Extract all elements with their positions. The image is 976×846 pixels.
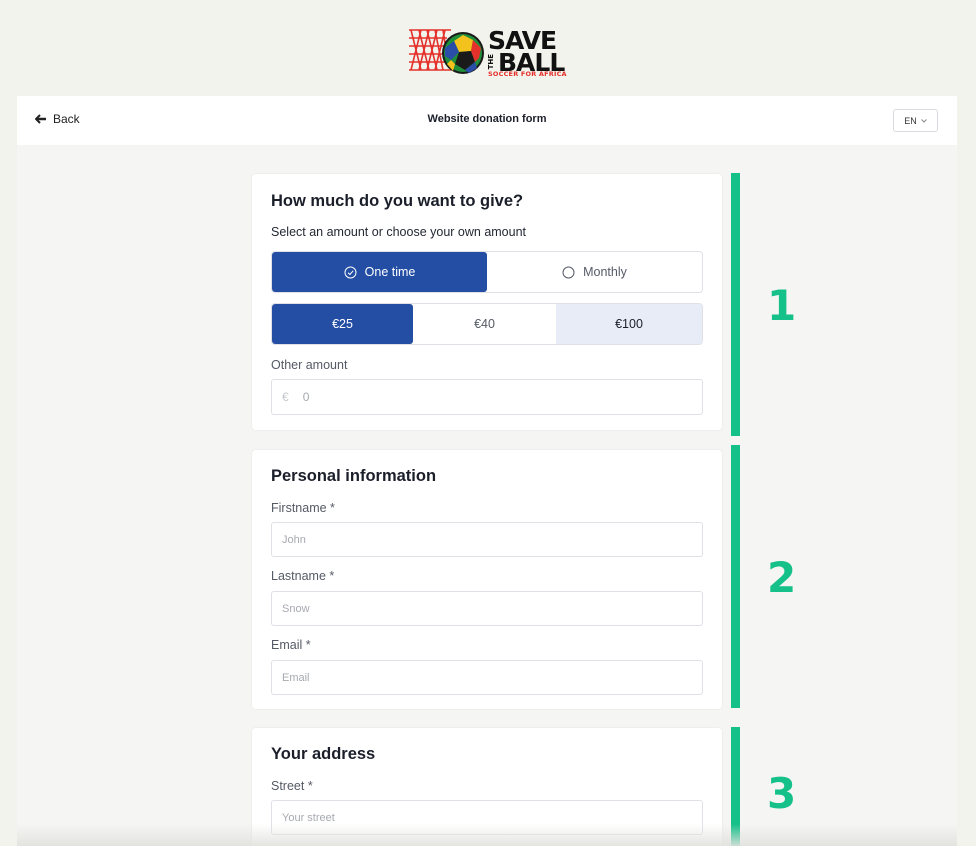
amount-option-label: €40 bbox=[474, 317, 495, 331]
firstname-input[interactable]: John bbox=[271, 522, 703, 557]
firstname-placeholder: John bbox=[282, 533, 306, 546]
amount-section-subtitle: Select an amount or choose your own amou… bbox=[271, 225, 527, 239]
amount-section-title: How much do you want to give? bbox=[271, 192, 524, 210]
logo-the-text: THE bbox=[487, 54, 495, 70]
other-amount-placeholder: 0 bbox=[302, 390, 310, 404]
step-2-bar bbox=[731, 445, 740, 708]
frequency-one-time-option[interactable]: One time bbox=[272, 252, 487, 292]
page-title: Website donation form bbox=[427, 113, 547, 125]
email-input[interactable]: Email bbox=[271, 660, 703, 695]
lastname-label: Lastname * bbox=[271, 569, 335, 583]
lastname-placeholder: Snow bbox=[282, 602, 310, 615]
personal-information-card: Personal information Firstname * John La… bbox=[252, 450, 722, 709]
save-the-ball-logo: SAVE THE BALL SOCCER FOR AFRICA bbox=[407, 26, 569, 80]
frequency-toggle: One time Monthly bbox=[271, 251, 703, 293]
logo-tagline: SOCCER FOR AFRICA bbox=[488, 70, 567, 78]
other-amount-input[interactable]: € 0 bbox=[271, 379, 703, 415]
email-label: Email * bbox=[271, 638, 311, 652]
main-content: How much do you want to give? Select an … bbox=[17, 145, 957, 846]
language-value: EN bbox=[904, 115, 917, 126]
street-label: Street * bbox=[271, 779, 313, 793]
street-placeholder: Your street bbox=[282, 811, 335, 824]
logo-net-and-ball-icon bbox=[409, 29, 484, 74]
personal-section-title: Personal information bbox=[271, 467, 437, 485]
amount-option-25[interactable]: €25 bbox=[272, 304, 413, 344]
step-3-number: 3 bbox=[767, 769, 797, 818]
lastname-input[interactable]: Snow bbox=[271, 591, 703, 626]
amount-options: €25 €40 €100 bbox=[271, 303, 703, 345]
form-header-bar: Back Website donation form EN bbox=[17, 96, 957, 145]
amount-option-label: €100 bbox=[615, 317, 643, 331]
step-1-bar bbox=[731, 173, 740, 436]
radio-empty-icon bbox=[562, 266, 575, 278]
currency-symbol: € bbox=[282, 390, 289, 404]
frequency-monthly-option[interactable]: Monthly bbox=[487, 252, 702, 292]
other-amount-label: Other amount bbox=[271, 358, 348, 372]
bottom-fade bbox=[17, 824, 957, 846]
step-1-number: 1 bbox=[767, 281, 797, 330]
donation-amount-card: How much do you want to give? Select an … bbox=[252, 174, 722, 430]
step-2-number: 2 bbox=[767, 553, 797, 602]
address-section-title: Your address bbox=[271, 745, 376, 763]
firstname-label: Firstname * bbox=[271, 501, 335, 515]
frequency-monthly-label: Monthly bbox=[583, 265, 627, 279]
amount-option-label: €25 bbox=[332, 317, 353, 331]
check-circle-icon bbox=[344, 266, 357, 278]
frequency-one-time-label: One time bbox=[364, 265, 416, 279]
amount-option-40[interactable]: €40 bbox=[413, 304, 556, 344]
language-select[interactable]: EN bbox=[893, 109, 938, 132]
email-placeholder: Email bbox=[282, 671, 310, 684]
amount-option-100[interactable]: €100 bbox=[556, 304, 702, 344]
chevron-down-icon bbox=[920, 118, 927, 123]
